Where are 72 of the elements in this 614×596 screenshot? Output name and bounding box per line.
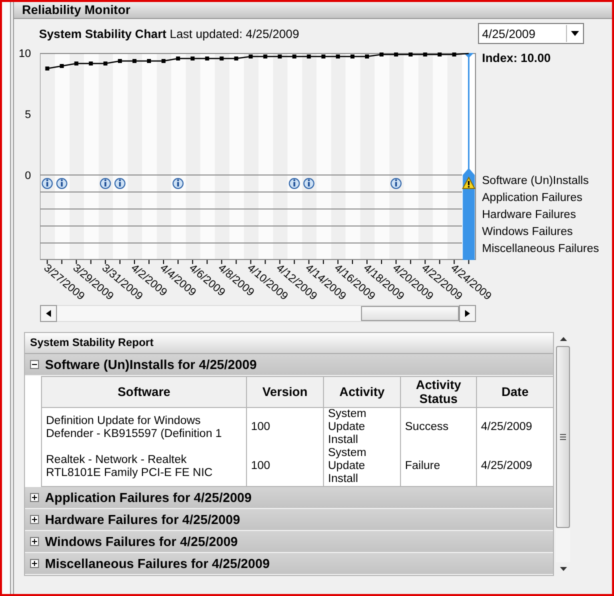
table-cell: Success bbox=[400, 408, 476, 447]
info-icon[interactable] bbox=[288, 178, 300, 189]
event-category-label: Miscellaneous Failures bbox=[482, 242, 600, 257]
info-icon[interactable] bbox=[56, 178, 68, 189]
scrollbar-thumb[interactable] bbox=[556, 346, 570, 528]
arrow-right-icon bbox=[465, 310, 470, 317]
arrow-down-icon bbox=[560, 567, 566, 571]
event-category-label: Hardware Failures bbox=[482, 208, 577, 223]
expand-icon[interactable] bbox=[30, 559, 39, 568]
info-icon[interactable] bbox=[100, 178, 111, 189]
section-title: Windows Failures for 4/25/2009 bbox=[45, 534, 238, 549]
event-category-label: Application Failures bbox=[482, 191, 584, 206]
table-cell: Definition Update for Windows Defender - KB915597 (Definition 1 bbox=[42, 408, 246, 447]
info-icon[interactable] bbox=[303, 178, 314, 189]
column-header[interactable]: Date bbox=[476, 376, 554, 408]
scroll-right-button[interactable] bbox=[459, 305, 476, 322]
event-category-label: Software (Un)Installs bbox=[482, 174, 590, 189]
selected-day-column[interactable] bbox=[462, 53, 475, 260]
report-section-header[interactable]: Application Failures for 4/25/2009 bbox=[25, 487, 553, 509]
expand-icon[interactable] bbox=[30, 493, 39, 502]
column-header[interactable]: Activity bbox=[324, 376, 400, 408]
column-header[interactable]: Activity Status bbox=[400, 376, 476, 408]
day-column[interactable] bbox=[302, 54, 317, 259]
day-column[interactable] bbox=[214, 54, 230, 259]
info-icon[interactable] bbox=[390, 178, 402, 189]
table-cell: 4/25/2009 bbox=[476, 408, 554, 447]
day-column[interactable] bbox=[186, 54, 200, 259]
event-category-label: Windows Failures bbox=[482, 225, 574, 240]
day-column[interactable] bbox=[244, 54, 258, 259]
day-column[interactable] bbox=[156, 54, 172, 259]
report-section-header[interactable]: Hardware Failures for 4/25/2009 bbox=[25, 509, 553, 531]
scroll-left-button[interactable] bbox=[40, 305, 57, 322]
collapse-icon[interactable] bbox=[30, 360, 39, 369]
y-axis-label: 0 bbox=[24, 170, 31, 182]
day-column[interactable] bbox=[40, 54, 56, 259]
report-title: System Stability Report bbox=[25, 333, 553, 354]
section-title: Miscellaneous Failures for 4/25/2009 bbox=[45, 556, 270, 571]
day-column[interactable] bbox=[98, 54, 114, 259]
day-column[interactable] bbox=[360, 54, 375, 259]
section-title: Hardware Failures for 4/25/2009 bbox=[45, 512, 240, 527]
table-cell: 100 bbox=[246, 408, 324, 447]
expand-icon[interactable] bbox=[30, 515, 39, 524]
caret-icon bbox=[571, 31, 579, 36]
y-axis-label: 5 bbox=[24, 109, 31, 121]
info-icon[interactable] bbox=[172, 178, 184, 189]
day-column[interactable] bbox=[70, 54, 84, 259]
arrow-left-icon bbox=[46, 310, 51, 317]
report-section-header[interactable]: Miscellaneous Failures for 4/25/2009 bbox=[25, 553, 553, 575]
date-dropdown[interactable]: 4/25/2009 bbox=[478, 23, 584, 44]
warning-icon[interactable] bbox=[462, 176, 476, 189]
column-header[interactable]: Version bbox=[246, 376, 324, 408]
report-section-header[interactable]: Software (Un)Installs for 4/25/2009 bbox=[25, 354, 553, 376]
window-title: Reliability Monitor bbox=[14, 2, 612, 19]
section-title: Application Failures for 4/25/2009 bbox=[45, 490, 252, 505]
day-column[interactable] bbox=[128, 54, 142, 259]
day-column[interactable] bbox=[331, 54, 346, 259]
index-value: Index: 10.00 bbox=[482, 51, 552, 67]
section-title: Software (Un)Installs for 4/25/2009 bbox=[45, 357, 257, 372]
grip-icon bbox=[560, 434, 566, 440]
scrollbar-thumb[interactable] bbox=[361, 306, 459, 321]
y-axis-label: 10 bbox=[18, 48, 31, 60]
table-cell: System Update Install bbox=[324, 408, 400, 447]
info-icon[interactable] bbox=[42, 178, 53, 189]
expand-icon[interactable] bbox=[30, 537, 39, 546]
info-icon[interactable] bbox=[114, 178, 126, 189]
report-section-header[interactable]: Windows Failures for 4/25/2009 bbox=[25, 531, 553, 553]
arrow-up-icon bbox=[560, 337, 566, 341]
scrollbar-track[interactable] bbox=[556, 346, 570, 562]
chart-title: System Stability Chart Last updated: 4/25/2009 bbox=[39, 26, 300, 40]
day-column[interactable] bbox=[273, 54, 288, 259]
column-header[interactable]: Software bbox=[42, 376, 246, 408]
day-column[interactable] bbox=[418, 54, 433, 259]
